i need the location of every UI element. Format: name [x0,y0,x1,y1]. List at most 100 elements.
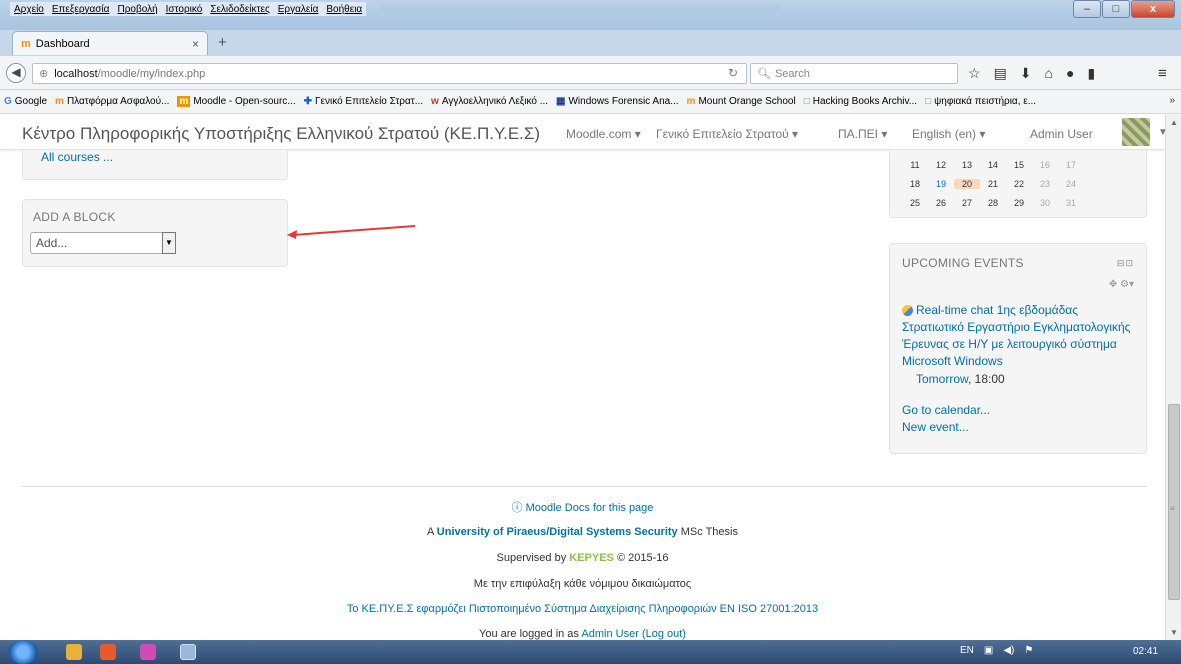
reading-list-icon[interactable]: ▤ [994,65,1007,82]
menu-edit[interactable]: Επεξεργασία [52,4,110,15]
app-icon[interactable] [140,644,156,660]
calendar-day[interactable]: 13 [954,160,980,170]
calendar-day[interactable]: 31 [1058,198,1084,208]
calendar-day[interactable]: 22 [1006,179,1032,189]
event-time-text: , 18:00 [968,372,1005,386]
calendar-day[interactable]: 23 [1032,179,1058,189]
event-link[interactable]: Real-time chat 1ης εβδομάδας Στρατιωτικό… [902,302,1142,370]
language-indicator[interactable]: EN [960,645,974,656]
minimize-button[interactable]: – [1073,0,1101,18]
bookmark-google[interactable]: G Google [4,96,47,107]
calendar-day[interactable]: 29 [1006,198,1032,208]
bookmark-mount-orange[interactable]: m Mount Orange School [687,96,796,107]
nav-moodle-com[interactable]: Moodle.com ▾ [566,127,641,141]
download-icon[interactable]: ⬇ [1020,65,1032,82]
search-input[interactable]: 🔍︎ Search [750,63,958,84]
menu-file[interactable]: Αρχείο [14,4,44,15]
new-tab-button[interactable]: + [218,34,227,51]
firefox-icon[interactable] [100,644,116,660]
page-scrollbar[interactable]: ▲ ≡ ▼ [1165,114,1181,640]
url-bar[interactable]: ⊕ localhost/moodle/my/index.php ↻ [32,63,747,84]
action-center-icon[interactable]: ⚑ [1024,645,1033,656]
chrome-icon[interactable] [66,644,82,660]
bookmark-digital-evidence[interactable]: □ ψηφιακά πειστήρια, ε... [925,96,1036,107]
upcoming-events-block: UPCOMING EVENTS ⊟⊡ ✥ ⚙▾ Real-time chat 1… [889,243,1147,454]
calendar-day[interactable]: 24 [1058,179,1084,189]
calendar-day[interactable]: 12 [928,160,954,170]
calendar-day[interactable]: 11 [902,160,928,170]
calendar-day[interactable]: 14 [980,160,1006,170]
bookmark-moodle[interactable]: m Moodle - Open-sourc... [177,96,296,107]
bookmarks-overflow-icon[interactable]: » [1169,95,1175,106]
calendar-day[interactable]: 27 [954,198,980,208]
calendar-day[interactable]: 26 [928,198,954,208]
calendar-day-today[interactable]: 20 [954,179,980,189]
calendar-day[interactable]: 25 [902,198,928,208]
reload-icon[interactable]: ↻ [728,66,738,80]
clock[interactable]: 02:41 [1133,646,1158,657]
back-arrow-icon[interactable]: ◀ [6,63,26,83]
chat-icon[interactable]: ● [1066,65,1074,82]
footer-docs: ⓘ Moodle Docs for this page [0,499,1165,515]
tab-close-icon[interactable]: × [192,37,199,51]
calendar-day[interactable]: 28 [980,198,1006,208]
iso-link[interactable]: Το ΚΕ.ΠΥ.Ε.Σ εφαρμόζει Πιστοποιημένο Σύσ… [347,603,818,615]
calendar-day[interactable]: 21 [980,179,1006,189]
calendar-day-event[interactable]: 19 [928,179,954,189]
nav-papei[interactable]: ΠΑ.ΠΕΙ ▾ [838,127,887,141]
menu-history[interactable]: Ιστορικό [166,4,203,15]
moodle-docs-label: Moodle Docs for this page [525,502,654,514]
bookmark-dictionary[interactable]: w Αγγλοελληνικό Λεξικό ... [431,96,548,107]
site-identity-icon[interactable]: ⊕ [39,67,48,80]
chevron-down-icon[interactable]: ▼ [162,232,176,254]
bookmark-army-staff[interactable]: ✚ Γενικό Επιτελείο Στρατ... [304,96,423,107]
home-icon[interactable]: ⌂ [1045,65,1053,82]
network-icon[interactable]: ▣ [984,645,993,656]
bookmark-windows-forensic[interactable]: ▦ Windows Forensic Ana... [556,96,679,107]
menu-view[interactable]: Προβολή [117,4,157,15]
footer-rights: Με την επιφύλαξη κάθε νόμιμου δικαιώματο… [473,578,692,590]
volume-icon[interactable]: ◀) [1003,645,1014,656]
calendar-day[interactable]: 30 [1032,198,1058,208]
new-event-link[interactable]: New event... [902,420,969,434]
calendar-day[interactable]: 17 [1058,160,1084,170]
moodle-favicon-icon: m [21,37,31,50]
bookmark-star-icon[interactable]: ☆ [968,65,981,82]
word-icon[interactable] [180,644,196,660]
pocket-icon[interactable]: ▮ [1087,65,1095,82]
event-day-link[interactable]: Tomorrow [916,372,968,386]
start-button[interactable] [8,640,38,664]
bookmark-platform[interactable]: m Πλατφόρμα Ασφαλού... [55,96,169,107]
nav-army-staff[interactable]: Γενικό Επιτελείο Στρατού ▾ [656,127,798,141]
menu-bookmarks[interactable]: Σελιδοδείκτες [210,4,269,15]
hamburger-menu-icon[interactable]: ≡ [1158,65,1167,82]
kepyes-link[interactable]: KEPYES [569,552,614,564]
bookmark-hacking-books[interactable]: □ Hacking Books Archiv... [804,96,917,107]
calendar-day[interactable]: 18 [902,179,928,189]
tab-dashboard[interactable]: m Dashboard × [12,31,208,55]
calendar-day[interactable]: 16 [1032,160,1058,170]
moodle-docs-link[interactable]: ⓘ Moodle Docs for this page [512,502,654,514]
dock-block-icon[interactable]: ⊟⊡ [1117,258,1134,269]
site-name[interactable]: Κέντρο Πληροφορικής Υποστήριξης Ελληνικο… [22,124,540,144]
all-courses-link[interactable]: All courses ... [41,150,113,164]
add-block-select[interactable]: Add... ▼ [30,232,176,254]
block-actions-icon[interactable]: ✥ ⚙▾ [1109,279,1134,290]
scroll-down-icon[interactable]: ▼ [1170,628,1178,637]
profile-link[interactable]: Admin User [581,628,638,640]
courses-block: All courses ... [22,150,288,180]
close-window-button[interactable]: x [1131,0,1175,18]
user-menu[interactable]: Admin User [1030,127,1093,141]
scroll-up-icon[interactable]: ▲ [1170,118,1178,127]
calendar-day[interactable]: 15 [1006,160,1032,170]
language-menu[interactable]: English (en) ▾ [912,127,985,141]
annotation-arrow-icon [287,225,416,239]
avatar[interactable] [1122,118,1150,146]
menu-help[interactable]: Βοήθεια [326,4,362,15]
logout-link[interactable]: (Log out) [642,628,686,640]
go-to-calendar-link[interactable]: Go to calendar... [902,403,990,417]
menu-tools[interactable]: Εργαλεία [278,4,319,15]
university-link[interactable]: University of Piraeus/Digital Systems Se… [437,526,678,538]
maximize-button[interactable]: □ [1102,0,1130,18]
scrollbar-thumb[interactable] [1168,404,1180,600]
